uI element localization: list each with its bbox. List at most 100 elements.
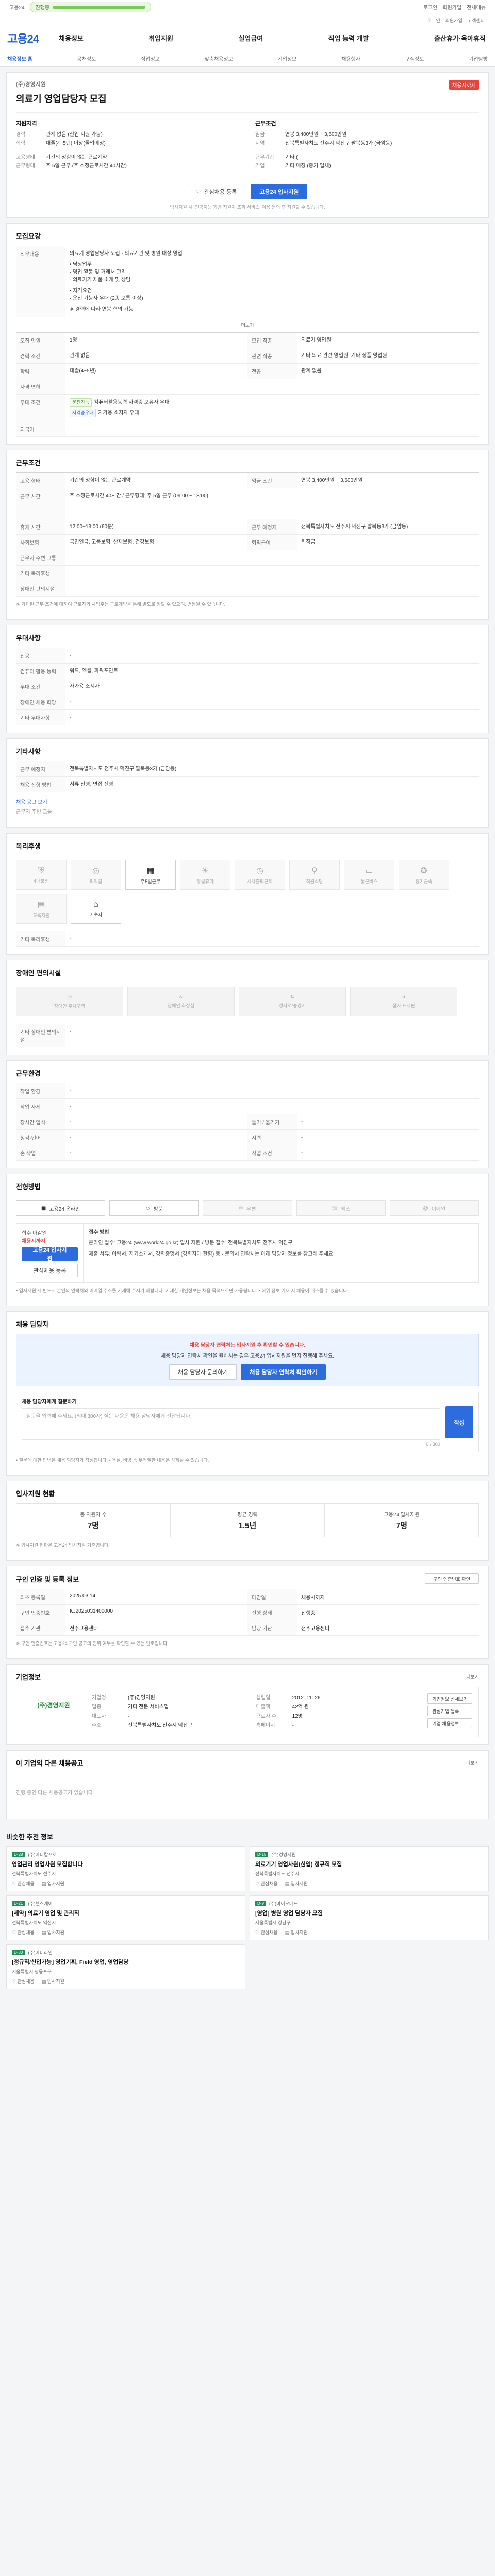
subnav-item-company[interactable]: 기업정보 [278, 55, 297, 62]
site-logo[interactable]: 고용24 [7, 30, 59, 46]
company-scrap-button[interactable]: 관심기업 등록 [427, 1706, 472, 1716]
scrap-button[interactable]: ♡ 관심채용 등록 [187, 184, 246, 199]
scrap-button-2[interactable]: 관심채용 등록 [22, 1264, 78, 1277]
fork-icon: ⚲ [311, 866, 318, 875]
recommend-section: 비슷한 추천 정보 D-28 (주)메디칼프로 영업관리 영업사원 모집합니다 전… [6, 1824, 489, 1996]
stat-applicants: 7명 [87, 1521, 100, 1530]
facility-item: ⇅ 경사로/승강기 [239, 987, 346, 1016]
gnb-item-leave[interactable]: 출산휴가·육아휴직 [434, 33, 486, 43]
heart-icon: ♡ 관심채용 [255, 1881, 278, 1886]
preference-section: 우대사항 전공 - 컴퓨터 활용 능력 워드, 엑셀, 파워포인트 우대 조건 자가용… [6, 625, 489, 733]
monitor-icon: ▣ [41, 1205, 46, 1211]
facility-item: ⠿ 점자 표지판 [350, 987, 457, 1016]
heart-icon: ♡ 관심채용 [255, 1930, 278, 1935]
elevator-icon: ⇅ [290, 994, 294, 999]
gnb-item-jobs[interactable]: 채용정보 [59, 33, 84, 43]
utility-row: 로그인 회원가입 고객센터 [0, 14, 495, 26]
other-jobs-section: 이 기업의 다른 채용공고 더보기 진행 중인 다른 채용공고가 없습니다. [6, 1750, 489, 1819]
global-nav: 고용24 채용정보 취업지원 실업급여 직업 능력 개발 출산휴가·육아휴직 [0, 26, 495, 50]
recommend-card[interactable]: D-28 (주)메디칼프로 영업관리 영업사원 모집합니다 전북특별자치도 전주시… [6, 1846, 245, 1891]
shield-icon: ⛨ [38, 866, 44, 875]
subnav-item-home[interactable]: 채용정보 홈 [7, 55, 32, 62]
welfare-item: ⚲ 직원식당 [289, 860, 340, 890]
sun-icon: ☀ [201, 866, 209, 875]
summary-recruit: 지원자격 경력 관계 없음 (신입 지원 가능) 학력 대졸(4~5년) 이상(졸업… [16, 121, 127, 169]
util-join[interactable]: 회원가입 [446, 17, 463, 24]
recommend-card[interactable]: D-9 (주)바이오메드 [영업] 병원 영업 담당자 모집 서울특별시 강남구 … [250, 1895, 489, 1940]
mail-icon: ✉ [239, 1205, 243, 1211]
apply-section: 전형방법 ▣ 고용24 온라인 ☺ 방문 ✉ 우편 ☏ 팩스 @ 이메일 접수 마감일 채용… [6, 1174, 489, 1306]
subnav-item-custom[interactable]: 맞춤채용정보 [205, 55, 233, 62]
question-input[interactable]: 질문을 입력해 주세요. (최대 300자) 질문 내용은 채용 담당자에게 전… [22, 1408, 440, 1440]
registration-section: 구인 인증 및 등록 정보 구인 인증번호 확인 최초 등록일 2025.03.14… [6, 1566, 489, 1659]
contact-banner: 채용 담당자 연락처는 입사지원 후 확인할 수 있습니다. 채용 담당자 연락… [16, 1334, 479, 1386]
gnb-item-training[interactable]: 직업 능력 개발 [328, 33, 369, 43]
subnav-item-public[interactable]: 공채정보 [77, 55, 96, 62]
method-visit: ☺ 방문 [109, 1200, 199, 1216]
bus-icon: ▭ [365, 866, 373, 875]
contact-view-button[interactable]: 채용 담당자 연락처 확인하기 [241, 1364, 326, 1380]
notice-link[interactable]: 채용 공고 보기 [16, 798, 479, 805]
parking-icon: Ⓟ [67, 995, 72, 1000]
facility-item: Ⓟ 장애인 주차구역 [16, 987, 123, 1016]
subnav-item-event[interactable]: 채용행사 [341, 55, 360, 62]
company-section: 기업정보 더보기 (주)경영지원 기업명 (주)경영지원 설립일 2012. 11. 2… [6, 1664, 489, 1745]
clock-icon: ◷ [256, 866, 263, 875]
subnav-item-visit[interactable]: 기업탐방 [469, 55, 488, 62]
top-link-join[interactable]: 회원가입 [442, 3, 461, 11]
fax-icon: ☏ [331, 1205, 338, 1211]
sub-nav: 채용정보 홈 공채정보 직업정보 맞춤채용정보 기업정보 채용행사 구직정보 기… [0, 50, 495, 67]
recommend-card[interactable]: D-15 (주)경영지원 의료기기 영업사원(신입) 정규직 모집 전북특별자치도… [250, 1846, 489, 1891]
section-title: 모집요강 [16, 232, 41, 240]
welfare-item: ☀ 유급휴가 [180, 860, 230, 890]
method-mail: ✉ 우편 [203, 1200, 292, 1216]
util-help[interactable]: 고객센터 [468, 17, 485, 24]
braille-icon: ⠿ [402, 994, 406, 999]
doc-icon: ▤ 입사지원 [41, 1979, 64, 1984]
welfare-item: ▦ 주5일근무 [125, 860, 176, 890]
company-jobs-button[interactable]: 기업 채용정보 [427, 1718, 472, 1728]
doc-icon: ▤ 입사지원 [41, 1930, 64, 1935]
util-login[interactable]: 로그인 [427, 17, 440, 24]
summary-work: 근무조건 임금 연봉 3,400만원 ~ 3,600만원 지역 전북특별자치도 전주… [255, 121, 392, 169]
company-more[interactable]: 더보기 [466, 1673, 479, 1680]
more-button[interactable]: 더보기 [16, 317, 479, 332]
subnav-item-jobinfo[interactable]: 직업정보 [141, 55, 160, 62]
gnb-item-benefit[interactable]: 실업급여 [238, 33, 263, 43]
stat-online: 7명 [395, 1521, 408, 1530]
top-link-menu[interactable]: 전체메뉴 [467, 3, 486, 11]
book-icon: ▤ [37, 900, 45, 909]
doc-icon: ▤ 입사지원 [41, 1881, 64, 1886]
method-online: ▣ 고용24 온라인 [16, 1200, 106, 1216]
recommend-card[interactable]: D-21 (주)헬스케어 [제약] 의료기 영업 및 관리직 전북특별자치도 익산… [6, 1895, 245, 1940]
restroom-icon: ♿ [178, 994, 184, 999]
etc-section: 기타사항 근무 예정지 전북특별자치도 전주시 덕진구 팔복동3가 (금암동) 채… [6, 738, 489, 828]
subnav-item-seeker[interactable]: 구직정보 [405, 55, 424, 62]
gnb-item-support[interactable]: 취업지원 [148, 33, 173, 43]
welfare-item: ⌂ 기숙사 [71, 894, 121, 924]
apply-button-2[interactable]: 고용24 입사지원 [22, 1247, 78, 1262]
other-jobs-more[interactable]: 더보기 [466, 1759, 479, 1766]
facility-item: ♿ 장애인 화장실 [127, 987, 235, 1016]
welfare-item: ◷ 시차출퇴근제 [235, 860, 285, 890]
work-section: 근무조건 고용 형태 기간의 정함이 없는 근로계약 임금 조건 연봉 3,400만원… [6, 450, 489, 620]
recommend-card[interactable]: D-30 (주)메디라인 [정규직/신입가능] 영업기획, Field 영업, 영… [6, 1944, 245, 1989]
job-title: 의료기 영업담당자 모집 [16, 94, 107, 104]
at-icon: @ [423, 1205, 428, 1211]
progress-bar [53, 5, 146, 9]
apply-button[interactable]: 고용24 입사지원 [251, 184, 308, 199]
contact-ask-button[interactable]: 채용 담당자 문의하기 [169, 1364, 237, 1380]
welfare-grid: ⛨ 4대보험 ◎ 퇴직금 ▦ 주5일근무 ☀ 유급휴가 ◷ 시차출퇴근제 ⚲ 직원식당 ▭ 통… [16, 856, 479, 928]
company-name[interactable]: (주)경영지원 [16, 80, 46, 90]
heart-icon: ♡ 관심채용 [12, 1930, 35, 1935]
apply-note: 입사지원 시 '인공지능 기반 지원자 조회 서비스' 이용 동의 후 지원할 … [170, 205, 325, 210]
company-detail-button[interactable]: 기업정보 상세보기 [427, 1693, 472, 1704]
question-submit-button[interactable]: 작성 [445, 1406, 473, 1438]
medal-icon: ✪ [420, 866, 427, 875]
welfare-item: ◎ 퇴직금 [71, 860, 121, 890]
top-link-login[interactable]: 로그인 [423, 3, 438, 11]
heart-icon: ♡ [196, 189, 202, 195]
environment-section: 근무환경 작업 환경 - 작업 자세 - 장시간 입식 - 들기 / 옮기기 - 청각·언… [6, 1060, 489, 1168]
verify-button[interactable]: 구인 인증번호 확인 [424, 1573, 479, 1584]
method-email: @ 이메일 [389, 1200, 480, 1216]
